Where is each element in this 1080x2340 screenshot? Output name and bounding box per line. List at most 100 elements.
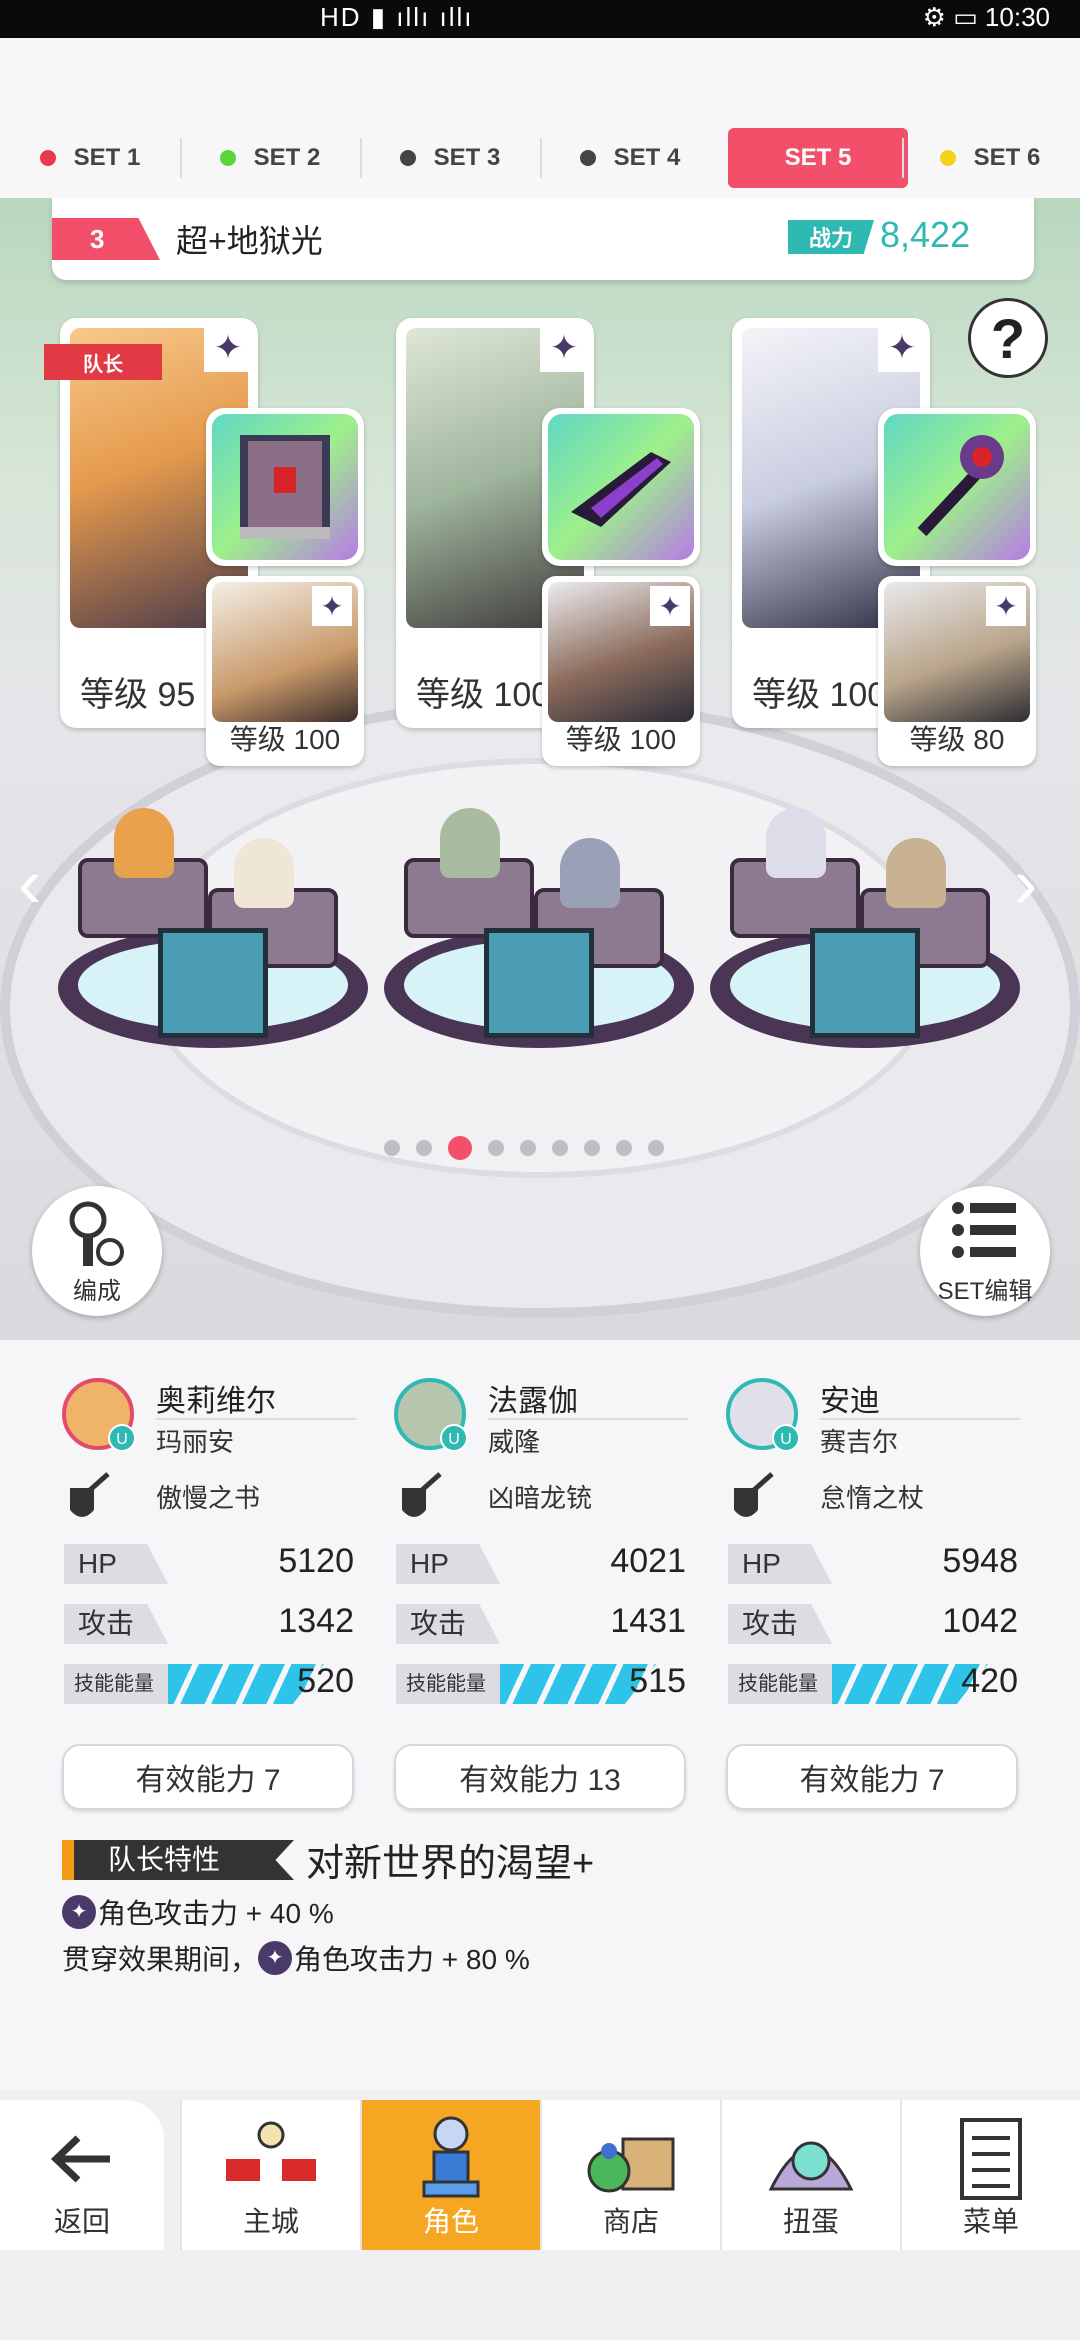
energy-row: 技能能量 520 bbox=[64, 1662, 354, 1704]
atk-value: 1431 bbox=[610, 1602, 686, 1640]
set-dot-icon bbox=[579, 150, 596, 166]
tab-set-1[interactable]: SET 1 bbox=[0, 128, 180, 188]
element-star-icon: ✦ bbox=[540, 324, 588, 372]
leader-tag: 队长 bbox=[44, 344, 162, 380]
sub-hero-name: 威隆 bbox=[488, 1427, 541, 1457]
weapon-card-1[interactable] bbox=[206, 408, 364, 566]
page-indicator bbox=[384, 1136, 664, 1160]
weapon-card-2[interactable] bbox=[542, 408, 700, 566]
atk-row: 攻击 1342 bbox=[64, 1602, 354, 1644]
weapon-box-icon bbox=[810, 928, 920, 1038]
hp-value: 5120 bbox=[278, 1542, 354, 1580]
hero-sprite bbox=[440, 808, 500, 878]
u-badge-icon: U bbox=[440, 1424, 468, 1452]
page-dot[interactable] bbox=[416, 1140, 432, 1156]
signal-icon: HD ▮ ıllı ıllı bbox=[320, 2, 474, 32]
avatar[interactable]: U bbox=[394, 1378, 468, 1452]
tab-set-6[interactable]: SET 6 bbox=[900, 128, 1080, 188]
bottom-nav: 返回 主城 角色 商店 扭蛋 菜单 bbox=[0, 2090, 1080, 2340]
staff-weapon-icon bbox=[884, 414, 1030, 560]
divider bbox=[156, 1418, 356, 1420]
effective-ability-button[interactable]: 有效能力 7 bbox=[726, 1744, 1018, 1810]
gacha-orb-icon bbox=[722, 2114, 900, 2204]
hp-row: HP 4021 bbox=[396, 1542, 686, 1584]
party-stats-panel: U 奥莉维尔 玛丽安 傲慢之书 HP 5120 攻击 1342 技能能量 520… bbox=[0, 1340, 1080, 2090]
page-dot[interactable] bbox=[384, 1140, 400, 1156]
list-icon bbox=[920, 1200, 1050, 1265]
sub-hero-sprite bbox=[560, 838, 620, 908]
hero-pedestal-3[interactable] bbox=[710, 808, 1020, 1048]
energy-row: 技能能量 515 bbox=[396, 1662, 686, 1704]
hero-pedestal-1[interactable] bbox=[58, 808, 368, 1048]
power-label: 战力 bbox=[788, 220, 874, 254]
nav-menu[interactable]: 菜单 bbox=[900, 2100, 1080, 2250]
weapon-name: 怠惰之杖 bbox=[820, 1483, 925, 1513]
hero-sprite bbox=[766, 808, 826, 878]
tab-set-2[interactable]: SET 2 bbox=[180, 128, 360, 188]
menu-list-icon bbox=[902, 2114, 1080, 2204]
avatar[interactable]: U bbox=[62, 1378, 136, 1452]
weapon-name: 凶暗龙铳 bbox=[488, 1483, 593, 1513]
u-badge-icon: U bbox=[108, 1424, 136, 1452]
set-edit-button[interactable]: SET编辑 bbox=[920, 1186, 1050, 1316]
avatar[interactable]: U bbox=[726, 1378, 800, 1452]
page-dot[interactable] bbox=[488, 1140, 504, 1156]
energy-value: 420 bbox=[961, 1662, 1018, 1700]
party-stage: 3 超+地狱光 战力 8,422 ? 等级 95 队长 ✦ 等级 100 ✦ 等… bbox=[0, 198, 1080, 1340]
nav-home[interactable]: 主城 bbox=[180, 2100, 360, 2250]
tab-set-5[interactable]: SET 5 bbox=[728, 128, 908, 188]
trait-effect-1: ✦ 角色攻击力 + 40 % bbox=[62, 1892, 334, 1932]
formation-button[interactable]: 编成 bbox=[32, 1186, 162, 1316]
leader-trait-title: 对新世界的渴望+ bbox=[306, 1843, 595, 1885]
hero-name: 奥莉维尔 bbox=[156, 1385, 276, 1418]
set-dot-icon bbox=[399, 150, 416, 166]
energy-value: 520 bbox=[297, 1662, 354, 1700]
tab-set-3[interactable]: SET 3 bbox=[360, 128, 540, 188]
nav-character[interactable]: 角色 bbox=[360, 2100, 540, 2250]
power-value: 8,422 bbox=[880, 214, 971, 255]
status-bar: HD ▮ ıllı ıllı ⚙ ▭ 10:30 bbox=[0, 0, 1080, 38]
next-arrow-icon[interactable]: › bbox=[1014, 848, 1054, 918]
nav-gacha[interactable]: 扭蛋 bbox=[720, 2100, 900, 2250]
atk-row: 攻击 1431 bbox=[396, 1602, 686, 1644]
divider bbox=[820, 1418, 1020, 1420]
book-weapon-icon bbox=[212, 414, 358, 560]
hp-row: HP 5120 bbox=[64, 1542, 354, 1584]
sub-hero-level: 等级 80 bbox=[909, 724, 1005, 755]
trait-effect-2: 贯穿效果期间， ✦ 角色攻击力 + 80 % bbox=[62, 1938, 530, 1978]
page-dot[interactable] bbox=[552, 1140, 568, 1156]
hp-value: 5948 bbox=[942, 1542, 1018, 1580]
hero-pedestal-2[interactable] bbox=[384, 808, 694, 1048]
page-dot[interactable] bbox=[648, 1140, 664, 1156]
prev-arrow-icon[interactable]: ‹ bbox=[18, 848, 58, 918]
sub-hero-sprite bbox=[234, 838, 294, 908]
page-dot-active[interactable] bbox=[448, 1136, 472, 1160]
element-star-icon: ✦ bbox=[204, 324, 252, 372]
page-dot[interactable] bbox=[520, 1140, 536, 1156]
weapon-name: 傲慢之书 bbox=[156, 1483, 261, 1513]
energy-value: 515 bbox=[629, 1662, 686, 1700]
element-star-icon: ✦ bbox=[312, 586, 352, 626]
weapon-card-3[interactable] bbox=[878, 408, 1036, 566]
team-header[interactable]: 3 超+地狱光 战力 8,422 bbox=[52, 198, 1034, 280]
weapon-box-icon bbox=[484, 928, 594, 1038]
element-star-icon: ✦ bbox=[650, 586, 690, 626]
weapon-shield-icon bbox=[70, 1472, 110, 1517]
energy-row: 技能能量 420 bbox=[728, 1662, 1018, 1704]
nav-back[interactable]: 返回 bbox=[0, 2100, 164, 2250]
effective-ability-button[interactable]: 有效能力 13 bbox=[394, 1744, 686, 1810]
page-dot[interactable] bbox=[584, 1140, 600, 1156]
nav-shop[interactable]: 商店 bbox=[540, 2100, 720, 2250]
castle-icon bbox=[182, 2114, 360, 2204]
dark-element-icon: ✦ bbox=[258, 1941, 293, 1975]
page-dot[interactable] bbox=[616, 1140, 632, 1156]
sub-hero-sprite bbox=[886, 838, 946, 908]
team-name: 超+地狱光 bbox=[176, 223, 323, 259]
effective-ability-button[interactable]: 有效能力 7 bbox=[62, 1744, 354, 1810]
hero-sprite bbox=[114, 808, 174, 878]
help-button[interactable]: ? bbox=[968, 298, 1048, 378]
hero-level: 等级 100 bbox=[404, 663, 563, 720]
weapon-box-icon bbox=[158, 928, 268, 1038]
atk-value: 1342 bbox=[278, 1602, 354, 1640]
tab-set-4[interactable]: SET 4 bbox=[540, 128, 720, 188]
